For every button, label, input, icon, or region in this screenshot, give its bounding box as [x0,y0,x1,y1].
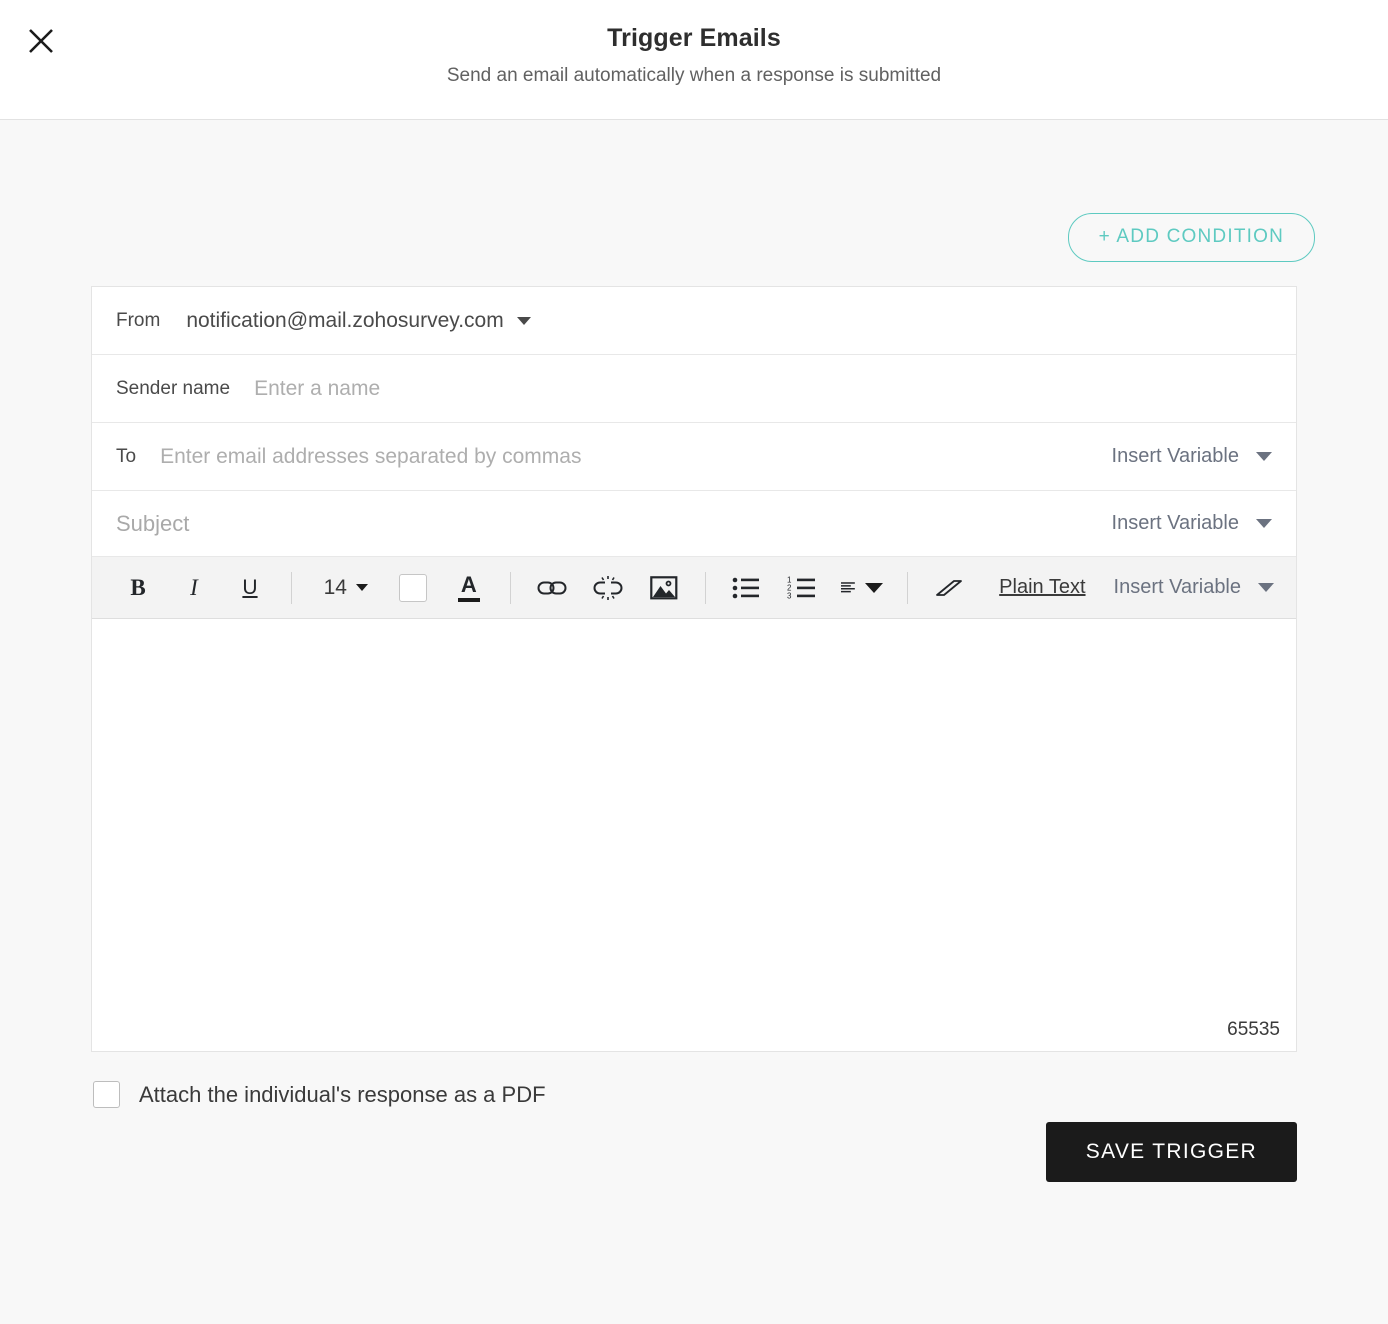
chevron-down-icon [1258,583,1275,592]
highlight-color-button[interactable] [396,568,430,608]
bullet-list-button[interactable] [729,568,763,608]
font-color-letter: A [460,571,477,597]
toolbar-divider [704,571,706,604]
toolbar-divider [291,571,292,604]
numbered-list-button[interactable]: 1 2 3 [785,568,819,608]
subject-row: Subject Insert Variable [92,491,1296,557]
underline-button[interactable]: U [233,568,267,608]
subject-insert-variable-dropdown[interactable]: Insert Variable [1112,512,1272,535]
editor-toolbar: B I U 14 A 1 2 3 Plain Text Insert Varia… [92,557,1296,619]
svg-text:3: 3 [787,591,792,600]
align-left-icon [841,581,856,592]
image-icon [649,575,677,599]
from-value-text: notification@mail.zohosurvey.com [186,308,504,332]
sender-name-label: Sender name [116,377,231,399]
page-title: Trigger Emails [607,24,781,52]
eraser-icon [936,579,963,596]
remove-link-button[interactable] [591,568,625,608]
dialog-header: Trigger Emails Send an email automatical… [0,0,1388,120]
editor-insert-variable-label: Insert Variable [1113,576,1242,598]
plain-text-button[interactable]: Plain Text [999,576,1085,599]
from-label: From [116,309,161,331]
sender-name-input[interactable]: Enter a name [254,377,1272,401]
toolbar-divider [509,571,511,604]
toolbar-divider [907,571,909,604]
link-icon [537,581,567,594]
close-button[interactable] [22,22,60,60]
attach-pdf-row[interactable]: Attach the individual's response as a PD… [91,1052,1297,1108]
attach-pdf-checkbox[interactable] [93,1081,120,1108]
chevron-down-icon [1256,452,1272,461]
attach-pdf-label[interactable]: Attach the individual's response as a PD… [139,1082,546,1108]
character-count: 65535 [1227,1019,1280,1040]
editor-insert-variable-dropdown[interactable]: Insert Variable [1113,576,1275,599]
to-insert-variable-dropdown[interactable]: Insert Variable [1112,445,1272,468]
email-body-editor[interactable]: 65535 [92,619,1296,1051]
to-input[interactable]: Enter email addresses separated by comma… [160,445,1111,469]
chevron-down-icon [516,316,531,325]
highlight-color-swatch-icon [398,573,427,602]
chevron-down-icon [1256,519,1272,528]
page-subtitle: Send an email automatically when a respo… [446,65,942,87]
dialog-body: + ADD CONDITION From notification@mail.z… [0,120,1388,1323]
save-trigger-button[interactable]: SAVE TRIGGER [1045,1122,1297,1182]
save-row: SAVE TRIGGER [91,1122,1297,1182]
to-label: To [116,445,137,467]
from-row: From notification@mail.zohosurvey.com [92,287,1296,355]
align-dropdown-button[interactable] [841,568,884,608]
numbered-list-icon: 1 2 3 [787,576,816,600]
header-titles: Trigger Emails Send an email automatical… [0,0,1388,87]
font-size-dropdown[interactable]: 14 [321,568,371,608]
bullet-list-icon [733,577,760,598]
chevron-down-icon [865,582,884,593]
italic-button[interactable]: I [177,568,211,608]
unlink-icon [593,575,623,600]
subject-input[interactable]: Subject [116,511,189,537]
bold-button[interactable]: B [121,568,155,608]
sender-name-row: Sender name Enter a name [92,355,1296,423]
font-color-button[interactable]: A [452,568,486,608]
close-icon [29,29,53,53]
to-insert-variable-label: Insert Variable [1111,445,1239,467]
email-form-card: From notification@mail.zohosurvey.com Se… [91,286,1297,1052]
chevron-down-icon [355,584,368,591]
condition-row: + ADD CONDITION [0,120,1388,262]
subject-insert-variable-label: Insert Variable [1111,512,1239,534]
insert-link-button[interactable] [535,568,569,608]
clear-formatting-button[interactable] [932,568,966,608]
font-size-value: 14 [323,575,347,599]
to-row: To Enter email addresses separated by co… [92,423,1296,491]
from-value-dropdown[interactable]: notification@mail.zohosurvey.com [186,308,531,333]
dialog-footer: Attach the individual's response as a PD… [91,1052,1297,1182]
add-condition-button[interactable]: + ADD CONDITION [1067,213,1315,262]
font-color-bar-icon [457,597,480,602]
insert-image-button[interactable] [647,568,681,608]
